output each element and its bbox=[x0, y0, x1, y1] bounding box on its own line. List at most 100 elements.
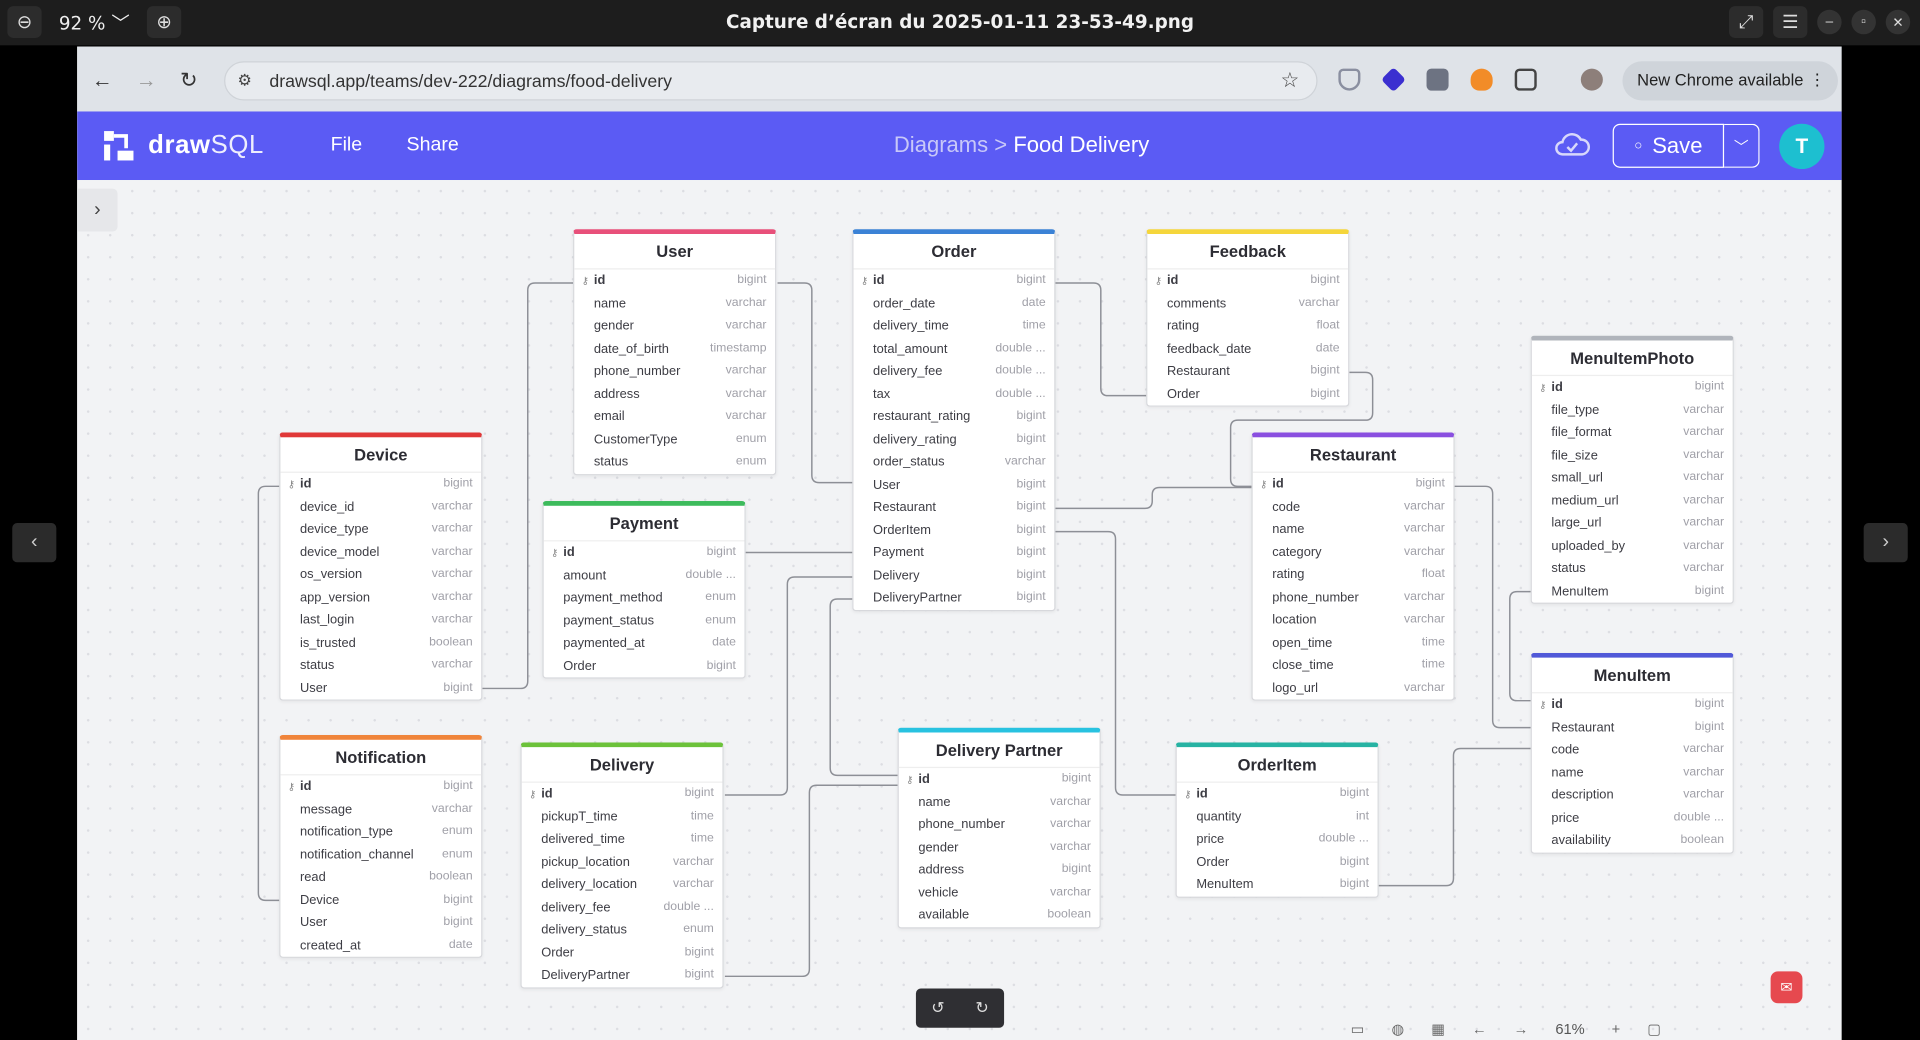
column-row[interactable]: availability boolean bbox=[1532, 829, 1733, 852]
column-row[interactable]: name varchar bbox=[574, 292, 775, 315]
column-row[interactable]: comments varchar bbox=[1147, 292, 1348, 315]
relationship-line[interactable] bbox=[1378, 747, 1531, 887]
column-row[interactable]: logo_url varchar bbox=[1253, 677, 1454, 700]
column-row[interactable]: address varchar bbox=[574, 383, 775, 406]
column-row[interactable]: read boolean bbox=[280, 866, 481, 889]
column-row[interactable]: restaurant_rating bigint bbox=[853, 405, 1054, 428]
column-row[interactable]: status varchar bbox=[280, 654, 481, 677]
column-row[interactable]: delivery_location varchar bbox=[522, 873, 723, 896]
metamask-fox-icon[interactable] bbox=[1470, 68, 1493, 91]
column-row[interactable]: location varchar bbox=[1253, 609, 1454, 632]
column-row[interactable]: rating float bbox=[1147, 315, 1348, 338]
table-title[interactable]: Order bbox=[853, 234, 1055, 270]
expand-sidebar-button[interactable]: › bbox=[77, 188, 118, 232]
cloud-sync-icon[interactable] bbox=[1554, 130, 1591, 159]
new-chrome-available-button[interactable]: New Chrome available ⋮ bbox=[1622, 61, 1838, 101]
column-row[interactable]: price double ... bbox=[1532, 807, 1733, 830]
kebab-menu-icon[interactable]: ⋮ bbox=[1809, 61, 1826, 100]
next-image-button[interactable]: › bbox=[1863, 523, 1908, 563]
column-row[interactable]: Delivery bigint bbox=[853, 564, 1054, 587]
column-row[interactable]: total_amount double ... bbox=[853, 337, 1054, 360]
save-options-dropdown[interactable]: ﹀ bbox=[1724, 123, 1760, 168]
column-row[interactable]: date_of_birth timestamp bbox=[574, 337, 775, 360]
table-notification[interactable]: Notification ⚷ id bigint message varchar notif… bbox=[279, 734, 483, 958]
column-row[interactable]: large_url varchar bbox=[1532, 512, 1733, 535]
column-row[interactable]: DeliveryPartner bigint bbox=[853, 587, 1054, 610]
column-row[interactable]: notification_type enum bbox=[280, 821, 481, 844]
table-device[interactable]: Device ⚷ id bigint device_id varchar device_ty… bbox=[279, 432, 483, 701]
column-row[interactable]: User bigint bbox=[853, 473, 1054, 496]
canvas-zoom-level[interactable]: 61% bbox=[1555, 1020, 1584, 1040]
column-row[interactable]: last_login varchar bbox=[280, 609, 481, 632]
relationship-line[interactable] bbox=[829, 598, 898, 777]
bookmark-star-icon[interactable]: ☆ bbox=[1281, 69, 1300, 93]
fit-screen-icon[interactable]: ▭ bbox=[1351, 1020, 1365, 1040]
column-row[interactable]: phone_number varchar bbox=[899, 813, 1100, 836]
column-row[interactable]: is_trusted boolean bbox=[280, 631, 481, 654]
column-row[interactable]: small_url varchar bbox=[1532, 467, 1733, 490]
column-row[interactable]: delivery_rating bigint bbox=[853, 428, 1054, 451]
column-row[interactable]: close_time time bbox=[1253, 654, 1454, 677]
fullscreen-icon[interactable]: ⤢ bbox=[1728, 6, 1764, 38]
table-title[interactable]: Notification bbox=[280, 740, 482, 776]
column-row[interactable]: Restaurant bigint bbox=[1147, 360, 1348, 383]
column-row[interactable]: delivery_status enum bbox=[522, 919, 723, 942]
column-row[interactable]: open_time time bbox=[1253, 631, 1454, 654]
column-row[interactable]: description varchar bbox=[1532, 784, 1733, 807]
relationship-line[interactable] bbox=[777, 282, 853, 484]
column-row[interactable]: ⚷ id bigint bbox=[1177, 783, 1378, 806]
column-row[interactable]: Payment bigint bbox=[853, 541, 1054, 564]
share-menu[interactable]: Share bbox=[407, 135, 459, 157]
table-payment[interactable]: Payment ⚷ id bigint amount double ... payment_… bbox=[542, 501, 746, 679]
help-chat-button[interactable]: ✉ bbox=[1770, 971, 1803, 1004]
table-title[interactable]: MenuItemPhoto bbox=[1531, 341, 1733, 377]
previous-image-button[interactable]: ‹ bbox=[12, 523, 57, 563]
column-row[interactable]: amount double ... bbox=[544, 564, 745, 587]
undo-icon[interactable]: ↺ bbox=[931, 998, 944, 1018]
column-row[interactable]: file_type varchar bbox=[1532, 399, 1733, 422]
shield-extension-icon[interactable] bbox=[1338, 68, 1361, 91]
column-row[interactable]: device_id varchar bbox=[280, 496, 481, 519]
column-row[interactable]: Order bigint bbox=[1147, 383, 1348, 406]
breadcrumb-diagrams[interactable]: Diagrams > bbox=[894, 132, 1007, 156]
table-title[interactable]: Delivery Partner bbox=[898, 733, 1100, 769]
relationship-line[interactable] bbox=[1509, 590, 1531, 702]
column-row[interactable]: ⚷ id bigint bbox=[853, 269, 1054, 292]
drawsql-logo[interactable]: drawSQL bbox=[102, 129, 264, 163]
column-row[interactable]: name varchar bbox=[899, 791, 1100, 814]
column-row[interactable]: ⚷ id bigint bbox=[280, 473, 481, 496]
column-row[interactable]: Order bigint bbox=[522, 941, 723, 964]
column-row[interactable]: ⚷ id bigint bbox=[280, 775, 481, 798]
column-row[interactable]: vehicle varchar bbox=[899, 881, 1100, 904]
table-user[interactable]: User ⚷ id bigint name varchar gender varchar dat… bbox=[573, 229, 777, 475]
close-icon[interactable]: ✕ bbox=[1885, 9, 1911, 35]
minimize-icon[interactable]: – bbox=[1817, 9, 1842, 35]
column-row[interactable]: status varchar bbox=[1532, 557, 1733, 580]
column-row[interactable]: ⚷ id bigint bbox=[1532, 693, 1733, 716]
column-row[interactable]: ⚷ id bigint bbox=[522, 783, 723, 806]
column-row[interactable]: ⚷ id bigint bbox=[544, 541, 745, 564]
table-title[interactable]: Payment bbox=[543, 506, 745, 542]
column-row[interactable]: address bigint bbox=[899, 859, 1100, 882]
table-order[interactable]: Order ⚷ id bigint order_date date delivery_tim… bbox=[852, 229, 1056, 611]
table-title[interactable]: Restaurant bbox=[1252, 437, 1454, 473]
column-row[interactable]: ⚷ id bigint bbox=[899, 768, 1100, 791]
table-feedback[interactable]: Feedback ⚷ id bigint comments varchar rating fl… bbox=[1146, 229, 1350, 407]
column-row[interactable]: file_size varchar bbox=[1532, 444, 1733, 467]
undo-arrow-icon[interactable]: ← bbox=[1472, 1020, 1487, 1040]
minimap-icon[interactable]: ▢ bbox=[1647, 1020, 1661, 1040]
table-title[interactable]: Device bbox=[280, 437, 482, 473]
column-row[interactable]: device_model varchar bbox=[280, 541, 481, 564]
column-row[interactable]: created_at date bbox=[280, 934, 481, 957]
column-row[interactable]: quantity int bbox=[1177, 805, 1378, 828]
table-title[interactable]: OrderItem bbox=[1176, 747, 1378, 783]
column-row[interactable]: category varchar bbox=[1253, 541, 1454, 564]
column-row[interactable]: rating float bbox=[1253, 563, 1454, 586]
zoom-in-canvas-icon[interactable]: + bbox=[1612, 1020, 1621, 1040]
column-row[interactable]: gender varchar bbox=[574, 315, 775, 338]
table-restaurant[interactable]: Restaurant ⚷ id bigint code varchar name varcha… bbox=[1251, 432, 1455, 701]
profile-avatar[interactable] bbox=[1580, 68, 1603, 91]
column-row[interactable]: ⚷ id bigint bbox=[1253, 473, 1454, 496]
column-row[interactable]: MenuItem bigint bbox=[1177, 873, 1378, 896]
column-row[interactable]: code varchar bbox=[1532, 739, 1733, 762]
